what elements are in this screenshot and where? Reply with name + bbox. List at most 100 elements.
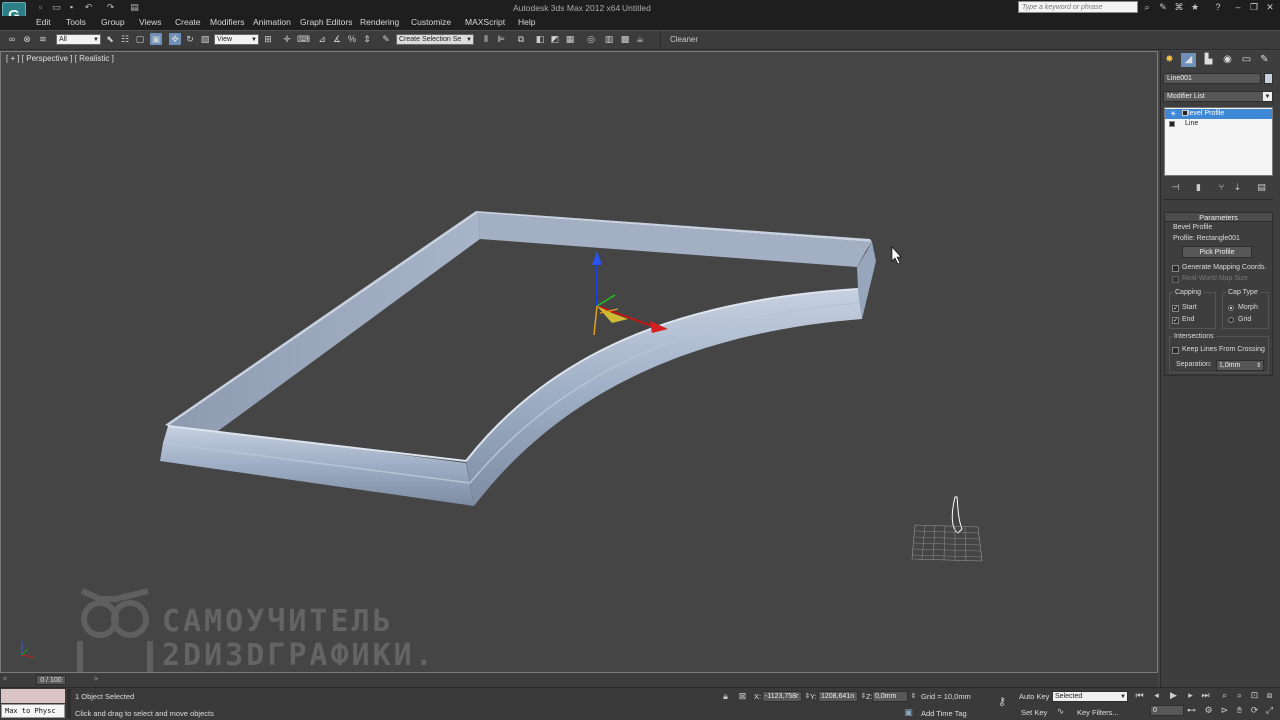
hierarchy-tab-icon[interactable]: ▙ — [1201, 53, 1216, 67]
next-frame-icon[interactable]: ▸ — [1185, 690, 1196, 701]
angle-snap-icon[interactable]: ∡ — [331, 33, 343, 45]
select-by-name-icon[interactable]: ☷ — [119, 33, 131, 45]
named-selection-select[interactable]: Create Selection Se ▼ — [396, 34, 474, 45]
previous-frame-icon[interactable]: ◂ — [1151, 690, 1162, 701]
new-file-icon[interactable]: ▫ — [36, 3, 45, 12]
menu-rendering[interactable]: Rendering — [360, 17, 399, 27]
graphite-toggle-icon[interactable]: ◧ — [534, 33, 546, 45]
time-slider-track[interactable] — [0, 673, 1158, 687]
cap-start-checkbox[interactable]: ✓ — [1172, 305, 1179, 312]
schematic-view-icon[interactable]: ▦ — [564, 33, 576, 45]
spinner-snap-icon[interactable]: ⇕ — [361, 33, 373, 45]
time-next-icon[interactable]: > — [94, 676, 98, 683]
select-move-icon[interactable]: ✥ — [169, 33, 181, 45]
favorites-icon[interactable]: ★ — [1189, 2, 1201, 13]
parameters-rollout-header[interactable]: Parameters — [1164, 212, 1273, 222]
select-object-icon[interactable]: ⬉ — [104, 33, 116, 45]
y-coordinate-field[interactable]: 1208,641n — [818, 691, 858, 702]
snaps-toggle-icon[interactable]: ⊿ — [316, 33, 328, 45]
open-file-icon[interactable]: ▭ — [52, 3, 61, 12]
absolute-mode-icon[interactable]: ⊠ — [737, 691, 748, 702]
help-search-input[interactable]: Type a keyword or phrase — [1018, 1, 1138, 13]
reference-coord-select[interactable]: View ▼ — [214, 34, 259, 45]
real-world-map-checkbox[interactable] — [1172, 276, 1179, 283]
material-editor-icon[interactable]: ◎ — [585, 33, 597, 45]
redo-icon[interactable]: ↷ — [106, 3, 115, 12]
pick-profile-button[interactable]: Pick Profile — [1182, 246, 1252, 258]
move-gizmo[interactable] — [592, 251, 668, 336]
cap-grid-radio[interactable] — [1228, 317, 1234, 323]
configure-modifier-sets-icon[interactable]: ▤ — [1256, 182, 1267, 193]
current-frame-field[interactable]: 0 — [1150, 705, 1184, 716]
cleaner-button[interactable]: Cleaner — [670, 35, 698, 44]
zoom-extents-all-icon[interactable]: ⧈ — [1264, 690, 1275, 701]
menu-maxscript[interactable]: MAXScript — [465, 17, 505, 27]
time-configuration-icon[interactable]: ⚙ — [1203, 705, 1214, 716]
show-end-result-icon[interactable]: ▮ — [1193, 182, 1204, 193]
menu-animation[interactable]: Animation — [253, 17, 291, 27]
bind-space-warp-icon[interactable]: ≋ — [37, 33, 49, 45]
mirror-icon[interactable]: ⫴ — [480, 33, 492, 45]
go-to-end-icon[interactable]: ⏭ — [1200, 690, 1211, 701]
menu-customize[interactable]: Customize — [411, 17, 451, 27]
keyboard-shortcut-icon[interactable]: ⌨ — [297, 33, 310, 45]
layer-manager-icon[interactable]: ⧉ — [515, 33, 527, 45]
align-icon[interactable]: ⊫ — [495, 33, 507, 45]
menu-tools[interactable]: Tools — [66, 17, 86, 27]
utilities-tab-icon[interactable]: ✎ — [1257, 53, 1272, 67]
percent-snap-icon[interactable]: % — [346, 33, 358, 45]
select-scale-icon[interactable]: ▧ — [199, 33, 211, 45]
add-time-tag-button[interactable]: Add Time Tag — [921, 709, 967, 718]
time-tag-icon[interactable]: ▣ — [903, 707, 914, 718]
communication-center-icon[interactable]: ✎ — [1157, 2, 1169, 13]
window-crossing-icon[interactable]: ▣ — [150, 33, 162, 45]
set-key-button[interactable]: Set Key — [1021, 708, 1047, 717]
x-coordinate-field[interactable]: -1123,758r — [762, 691, 802, 702]
maximize-viewport-icon[interactable]: ⤢ — [1264, 705, 1275, 716]
rectangular-selection-icon[interactable]: ▢ — [134, 33, 146, 45]
default-in-out-tangent-icon[interactable]: ∿ — [1055, 706, 1066, 717]
go-to-start-icon[interactable]: ⏮ — [1134, 690, 1145, 701]
menu-graph-editors[interactable]: Graph Editors — [300, 17, 352, 27]
profile-shape-object[interactable] — [911, 496, 983, 562]
cap-morph-radio[interactable] — [1228, 305, 1234, 311]
pin-stack-icon[interactable]: ⊣ — [1170, 182, 1181, 193]
field-of-view-icon[interactable]: ⊳ — [1219, 705, 1230, 716]
make-unique-icon[interactable]: ⑂ — [1216, 182, 1227, 193]
zoom-all-icon[interactable]: ⌕ — [1234, 690, 1245, 701]
selection-lock-icon[interactable]: 🔒︎ — [720, 691, 731, 702]
curve-editor-icon[interactable]: ◩ — [549, 33, 561, 45]
menu-views[interactable]: Views — [139, 17, 162, 27]
key-mode-select[interactable]: Selected ▼ — [1052, 691, 1128, 702]
create-tab-icon[interactable]: ✸ — [1162, 53, 1177, 67]
pan-icon[interactable]: ✋︎ — [1234, 705, 1245, 716]
key-mode-toggle-icon[interactable]: ⊷ — [1186, 705, 1197, 716]
subscription-icon[interactable]: ⌘ — [1173, 2, 1185, 13]
project-folder-icon[interactable]: ▤ — [130, 3, 139, 12]
object-color-swatch[interactable] — [1264, 73, 1273, 84]
search-icon[interactable]: ⌕ — [1141, 2, 1153, 13]
remove-modifier-icon[interactable]: ⇣ — [1232, 182, 1243, 193]
motion-tab-icon[interactable]: ◉ — [1220, 53, 1235, 67]
key-icon[interactable]: ⚷ — [993, 697, 1011, 708]
scene-canvas[interactable] — [0, 51, 1158, 673]
maxscript-listener-output[interactable] — [1, 689, 65, 703]
maxscript-listener-input[interactable]: Max to Physc — [1, 704, 65, 718]
render-setup-icon[interactable]: ▥ — [603, 33, 615, 45]
time-slider[interactable]: 0 / 100 — [36, 675, 66, 685]
menu-create[interactable]: Create — [175, 17, 201, 27]
auto-key-button[interactable]: Auto Key — [1019, 692, 1049, 701]
key-filters-button[interactable]: Key Filters... — [1077, 708, 1119, 717]
zoom-extents-icon[interactable]: ⊡ — [1249, 690, 1260, 701]
orbit-icon[interactable]: ⟳ — [1249, 705, 1260, 716]
expand-icon[interactable] — [1182, 110, 1188, 116]
display-tab-icon[interactable]: ▭ — [1239, 53, 1254, 67]
play-icon[interactable]: ▶ — [1168, 690, 1179, 701]
expand-icon[interactable] — [1169, 121, 1175, 127]
keep-lines-checkbox[interactable] — [1172, 347, 1179, 354]
undo-icon[interactable]: ↶ — [84, 3, 93, 12]
object-name-field[interactable]: Line001 — [1163, 73, 1261, 84]
cap-end-checkbox[interactable]: ✓ — [1172, 317, 1179, 324]
menu-help[interactable]: Help — [518, 17, 535, 27]
menu-modifiers[interactable]: Modifiers — [210, 17, 244, 27]
